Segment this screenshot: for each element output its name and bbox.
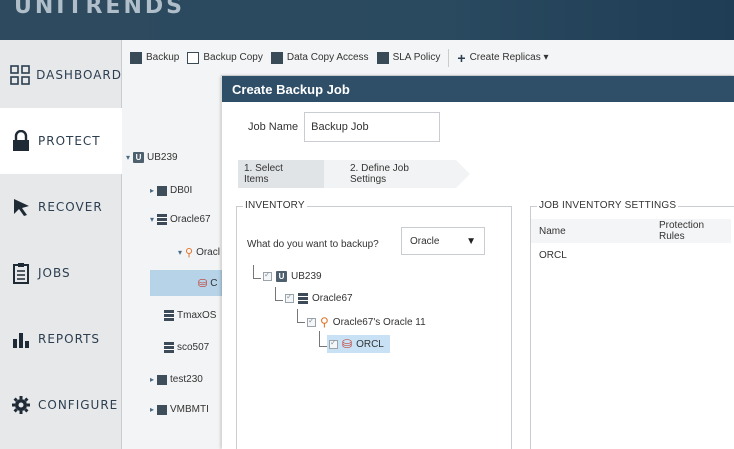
- tree-item-oracle67[interactable]: ▾ Oracle67: [150, 214, 211, 225]
- tree-item-tmaxos[interactable]: TmaxOS: [164, 310, 216, 321]
- expand-arrow-icon: ▾: [150, 215, 155, 224]
- step-select-items[interactable]: 1. Select Items: [238, 160, 338, 188]
- nav-reports-label: REPORTS: [38, 332, 101, 346]
- plus-icon: +: [457, 49, 466, 66]
- dialog-title: Create Backup Job: [222, 76, 734, 102]
- bar-chart-icon: [4, 329, 38, 349]
- inventory-panel: INVENTORY What do you want to backup? Or…: [236, 200, 512, 449]
- tree-connector: [253, 265, 261, 279]
- tree-connector: [297, 309, 305, 323]
- nav-recover-label: RECOVER: [38, 200, 103, 214]
- checkbox[interactable]: [329, 338, 338, 349]
- expand-arrow-icon: ▸: [150, 186, 155, 195]
- database-icon: [157, 374, 168, 385]
- gear-icon: [4, 395, 38, 415]
- nav-protect-label: PROTECT: [38, 134, 101, 148]
- nav-jobs-label: JOBS: [38, 266, 71, 280]
- wizard-steps: 1. Select Items 2. Define Job Settings: [238, 160, 470, 188]
- sla-policy-icon: [376, 51, 389, 64]
- clipboard-icon: [4, 262, 38, 284]
- data-copy-icon: [270, 51, 283, 64]
- tree-connector: [275, 287, 283, 301]
- checkbox[interactable]: [285, 292, 294, 303]
- job-name-row: Job Name: [248, 112, 441, 142]
- expand-arrow-icon: ▸: [150, 405, 155, 414]
- inventory-legend: INVENTORY: [243, 200, 307, 211]
- lock-icon: [4, 130, 38, 152]
- create-replicas-button[interactable]: + Create Replicas ▾: [457, 50, 548, 66]
- job-name-label: Job Name: [248, 121, 299, 133]
- tree-item-sco507[interactable]: sco507: [164, 342, 209, 353]
- backup-button[interactable]: Backup: [130, 51, 179, 64]
- inv-node-server[interactable]: U UB239: [263, 270, 322, 282]
- checkbox[interactable]: [307, 316, 316, 327]
- expand-arrow-icon: ▾: [178, 248, 183, 257]
- nav-reports[interactable]: REPORTS: [0, 306, 122, 372]
- nav-configure[interactable]: CONFIGURE: [0, 372, 122, 438]
- main-nav: DASHBOARD PROTECT RECOVER JOBS REPORTS C…: [0, 40, 122, 449]
- inv-node-instance[interactable]: ⚲ Oracle67's Oracle 11: [307, 315, 426, 329]
- tree-item-test230[interactable]: ▸ test230: [150, 374, 203, 385]
- create-backup-job-dialog: Create Backup Job Job Name 1. Select Ite…: [222, 76, 734, 449]
- nav-dashboard-label: DASHBOARD: [36, 68, 122, 82]
- table-row[interactable]: ORCL: [531, 243, 731, 267]
- settings-grid-header: Name Protection Rules: [531, 219, 731, 243]
- inv-node-host[interactable]: Oracle67: [285, 292, 353, 304]
- nav-dashboard[interactable]: DASHBOARD: [0, 42, 122, 108]
- database-icon: [157, 185, 168, 196]
- brand-logo: UNITRENDS: [14, 0, 185, 19]
- expand-arrow-icon: ▸: [150, 375, 155, 384]
- backup-type-question: What do you want to backup?: [247, 239, 379, 250]
- oracle-db-icon: ⛁: [198, 277, 208, 290]
- row-name-cell: ORCL: [539, 249, 567, 261]
- host-icon: [164, 342, 174, 353]
- server-icon: U: [133, 152, 145, 163]
- host-icon: [298, 293, 308, 304]
- column-header-name[interactable]: Name: [539, 226, 566, 237]
- asset-tree-panel: [122, 70, 221, 449]
- tree-item-db01[interactable]: ▸ DB0I: [150, 185, 192, 196]
- checkbox[interactable]: [263, 270, 272, 281]
- expand-arrow-icon: ▾: [126, 153, 131, 162]
- backup-type-select[interactable]: Oracle ▼: [401, 227, 485, 255]
- dropdown-caret-icon: ▼: [466, 236, 476, 247]
- host-icon: [157, 214, 168, 225]
- data-copy-access-button[interactable]: Data Copy Access: [270, 51, 369, 64]
- top-bar: UNITRENDS: [0, 0, 734, 40]
- oracle-instance-icon: ⚲: [185, 247, 194, 259]
- host-icon: [164, 310, 174, 321]
- sla-policy-button[interactable]: SLA Policy: [376, 51, 440, 64]
- inv-node-database[interactable]: ⛁ ORCL: [327, 335, 390, 353]
- nav-configure-label: CONFIGURE: [38, 398, 119, 412]
- backup-copy-button[interactable]: Backup Copy: [187, 51, 263, 64]
- job-inventory-settings-panel: JOB INVENTORY SETTINGS Name Protection R…: [530, 200, 734, 449]
- oracle-instance-icon: ⚲: [320, 315, 329, 329]
- nav-jobs[interactable]: JOBS: [0, 240, 122, 306]
- settings-legend: JOB INVENTORY SETTINGS: [537, 200, 679, 211]
- tree-item-vmbmti[interactable]: ▸ VMBMTI: [150, 404, 209, 415]
- backup-icon: [130, 51, 142, 64]
- step-define-settings[interactable]: 2. Define Job Settings: [324, 160, 470, 188]
- backup-copy-icon: [187, 51, 200, 64]
- server-icon: U: [276, 271, 287, 282]
- arrow-icon: [4, 197, 38, 217]
- column-header-protection-rules[interactable]: Protection Rules: [659, 220, 731, 242]
- toolbar-divider: [448, 48, 450, 67]
- tree-item-selected[interactable]: ⛁ C: [150, 270, 222, 296]
- nav-protect[interactable]: PROTECT: [0, 108, 122, 174]
- job-name-input[interactable]: [304, 112, 441, 142]
- tree-connector: [319, 331, 327, 347]
- tree-item-ub239[interactable]: ▾ U UB239: [126, 152, 178, 163]
- tree-item-oracle-instance[interactable]: ▾ ⚲ Oracl: [178, 246, 220, 259]
- oracle-db-icon: ⛁: [342, 337, 353, 351]
- database-icon: [157, 404, 168, 415]
- grid-icon: [4, 65, 36, 85]
- nav-recover[interactable]: RECOVER: [0, 174, 122, 240]
